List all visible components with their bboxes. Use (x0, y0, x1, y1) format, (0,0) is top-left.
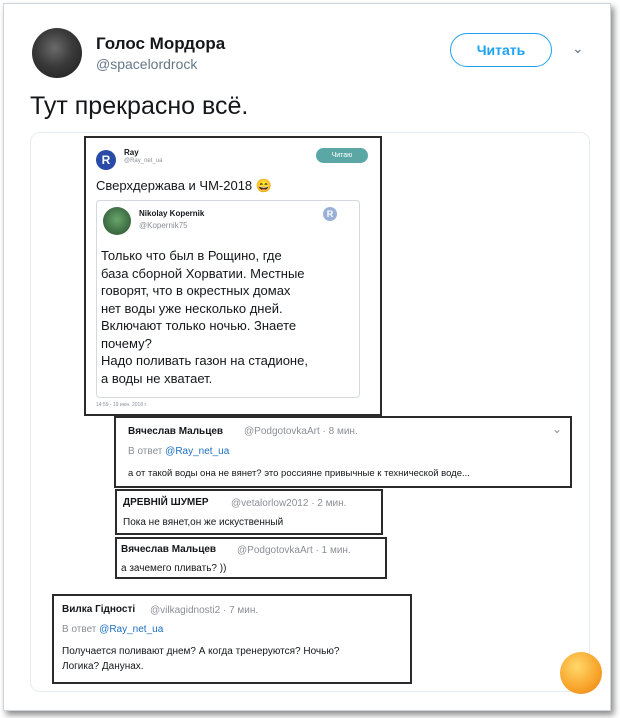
author-avatar[interactable] (32, 28, 82, 78)
ray-logo-icon: R (96, 150, 116, 170)
quoted-line: база сборной Хорватии. Местные (101, 265, 305, 281)
reply4-author-name: Вилка Гідності (62, 604, 136, 615)
reply1-author-name: Вячеслав Мальцев (128, 426, 224, 437)
follow-button[interactable]: Читать (450, 33, 552, 67)
reply1-reply-to-link: @Ray_net_ua (165, 446, 230, 457)
original-tweet-text: Сверхдержава и ЧМ-2018 😄 (96, 178, 272, 193)
reply4-reply-prefix: В ответ (62, 624, 97, 635)
quoted-logo-icon: R (323, 207, 337, 221)
quoted-tweet-text: Только что был в Рощино, где база сборно… (101, 247, 357, 387)
reply4-meta: @vilkagidnosti2 · 7 мин. (150, 605, 259, 616)
screenshot-reply-4: Вилка Гідності @vilkagidnosti2 · 7 мин. … (52, 594, 412, 684)
chevron-down-icon[interactable]: ⌄ (572, 40, 584, 57)
screenshot-reply-1: Вячеслав Мальцев @PodgotovkaArt · 8 мин.… (114, 416, 572, 488)
reply3-author-name: Вячеслав Мальцев (121, 544, 217, 555)
quoted-line: почему? (101, 335, 152, 351)
screenshot-original-tweet: R Ray @Ray_net_ua Читаю Сверхдержава и Ч… (84, 136, 382, 416)
screenshot-reply-2: ДРЕВНІЙ ШУМЕР @vetalorlow2012 · 2 мин. П… (115, 489, 383, 535)
tweet-text: Тут прекрасно всё. (30, 92, 249, 120)
reply3-text: а зачемего пливать? )) (121, 563, 227, 574)
reply1-caret: ⌄ (552, 422, 563, 436)
quoted-author-handle: @Kopernik75 (139, 221, 188, 230)
original-author-name: Ray (124, 148, 139, 157)
original-timestamp: 14:59 - 19 июн. 2018 г. (96, 402, 148, 408)
screenshot-reply-3: Вячеслав Мальцев @PodgotovkaArt · 1 мин.… (115, 537, 387, 579)
reply4-in-reply: В ответ @Ray_net_ua (62, 624, 163, 635)
quoted-line: Надо поливать газон на стадионе, (101, 353, 308, 368)
reply1-text: а от такой воды она не вянет? это россия… (128, 468, 470, 479)
reply1-in-reply: В ответ @Ray_net_ua (128, 446, 229, 457)
reply4-line: Логика? Данунах. (62, 661, 144, 672)
reply2-author-name: ДРЕВНІЙ ШУМЕР (123, 497, 209, 508)
reply4-line: Получается поливают днем? А когда тренер… (62, 646, 340, 657)
quoted-author-name: Nikolay Kopernik (139, 209, 205, 218)
quoted-line: а воды не хватает. (101, 370, 213, 386)
original-author-handle: @Ray_net_ua (124, 158, 163, 164)
watermark-logo (560, 652, 602, 694)
quoted-author-avatar (103, 207, 131, 235)
author-handle[interactable]: @spacelordrock (96, 56, 197, 72)
quoted-line: Только что был в Рощино, где (101, 248, 282, 263)
reply1-reply-prefix: В ответ (128, 446, 163, 457)
reply4-text: Получается поливают днем? А когда тренер… (62, 644, 339, 674)
reply3-meta: @PodgotovkaArt · 1 мин. (237, 545, 351, 556)
original-follow-button: Читаю (316, 148, 368, 163)
reply2-text: Пока не вянет,он же искуственный (123, 517, 284, 528)
reply2-meta: @vetalorlow2012 · 2 мин. (231, 498, 347, 509)
quoted-line: нет воды уже несколько дней. (101, 300, 283, 316)
author-name[interactable]: Голос Мордора (96, 34, 225, 54)
quoted-line: Включают только ночью. Знаете (101, 318, 297, 333)
quoted-tweet: Nikolay Kopernik @Kopernik75 R Только чт… (96, 200, 360, 398)
reply4-reply-to-link: @Ray_net_ua (99, 624, 164, 635)
reply1-meta: @PodgotovkaArt · 8 мин. (244, 426, 358, 437)
quoted-line: говорят, что в окрестных домах (101, 283, 291, 298)
